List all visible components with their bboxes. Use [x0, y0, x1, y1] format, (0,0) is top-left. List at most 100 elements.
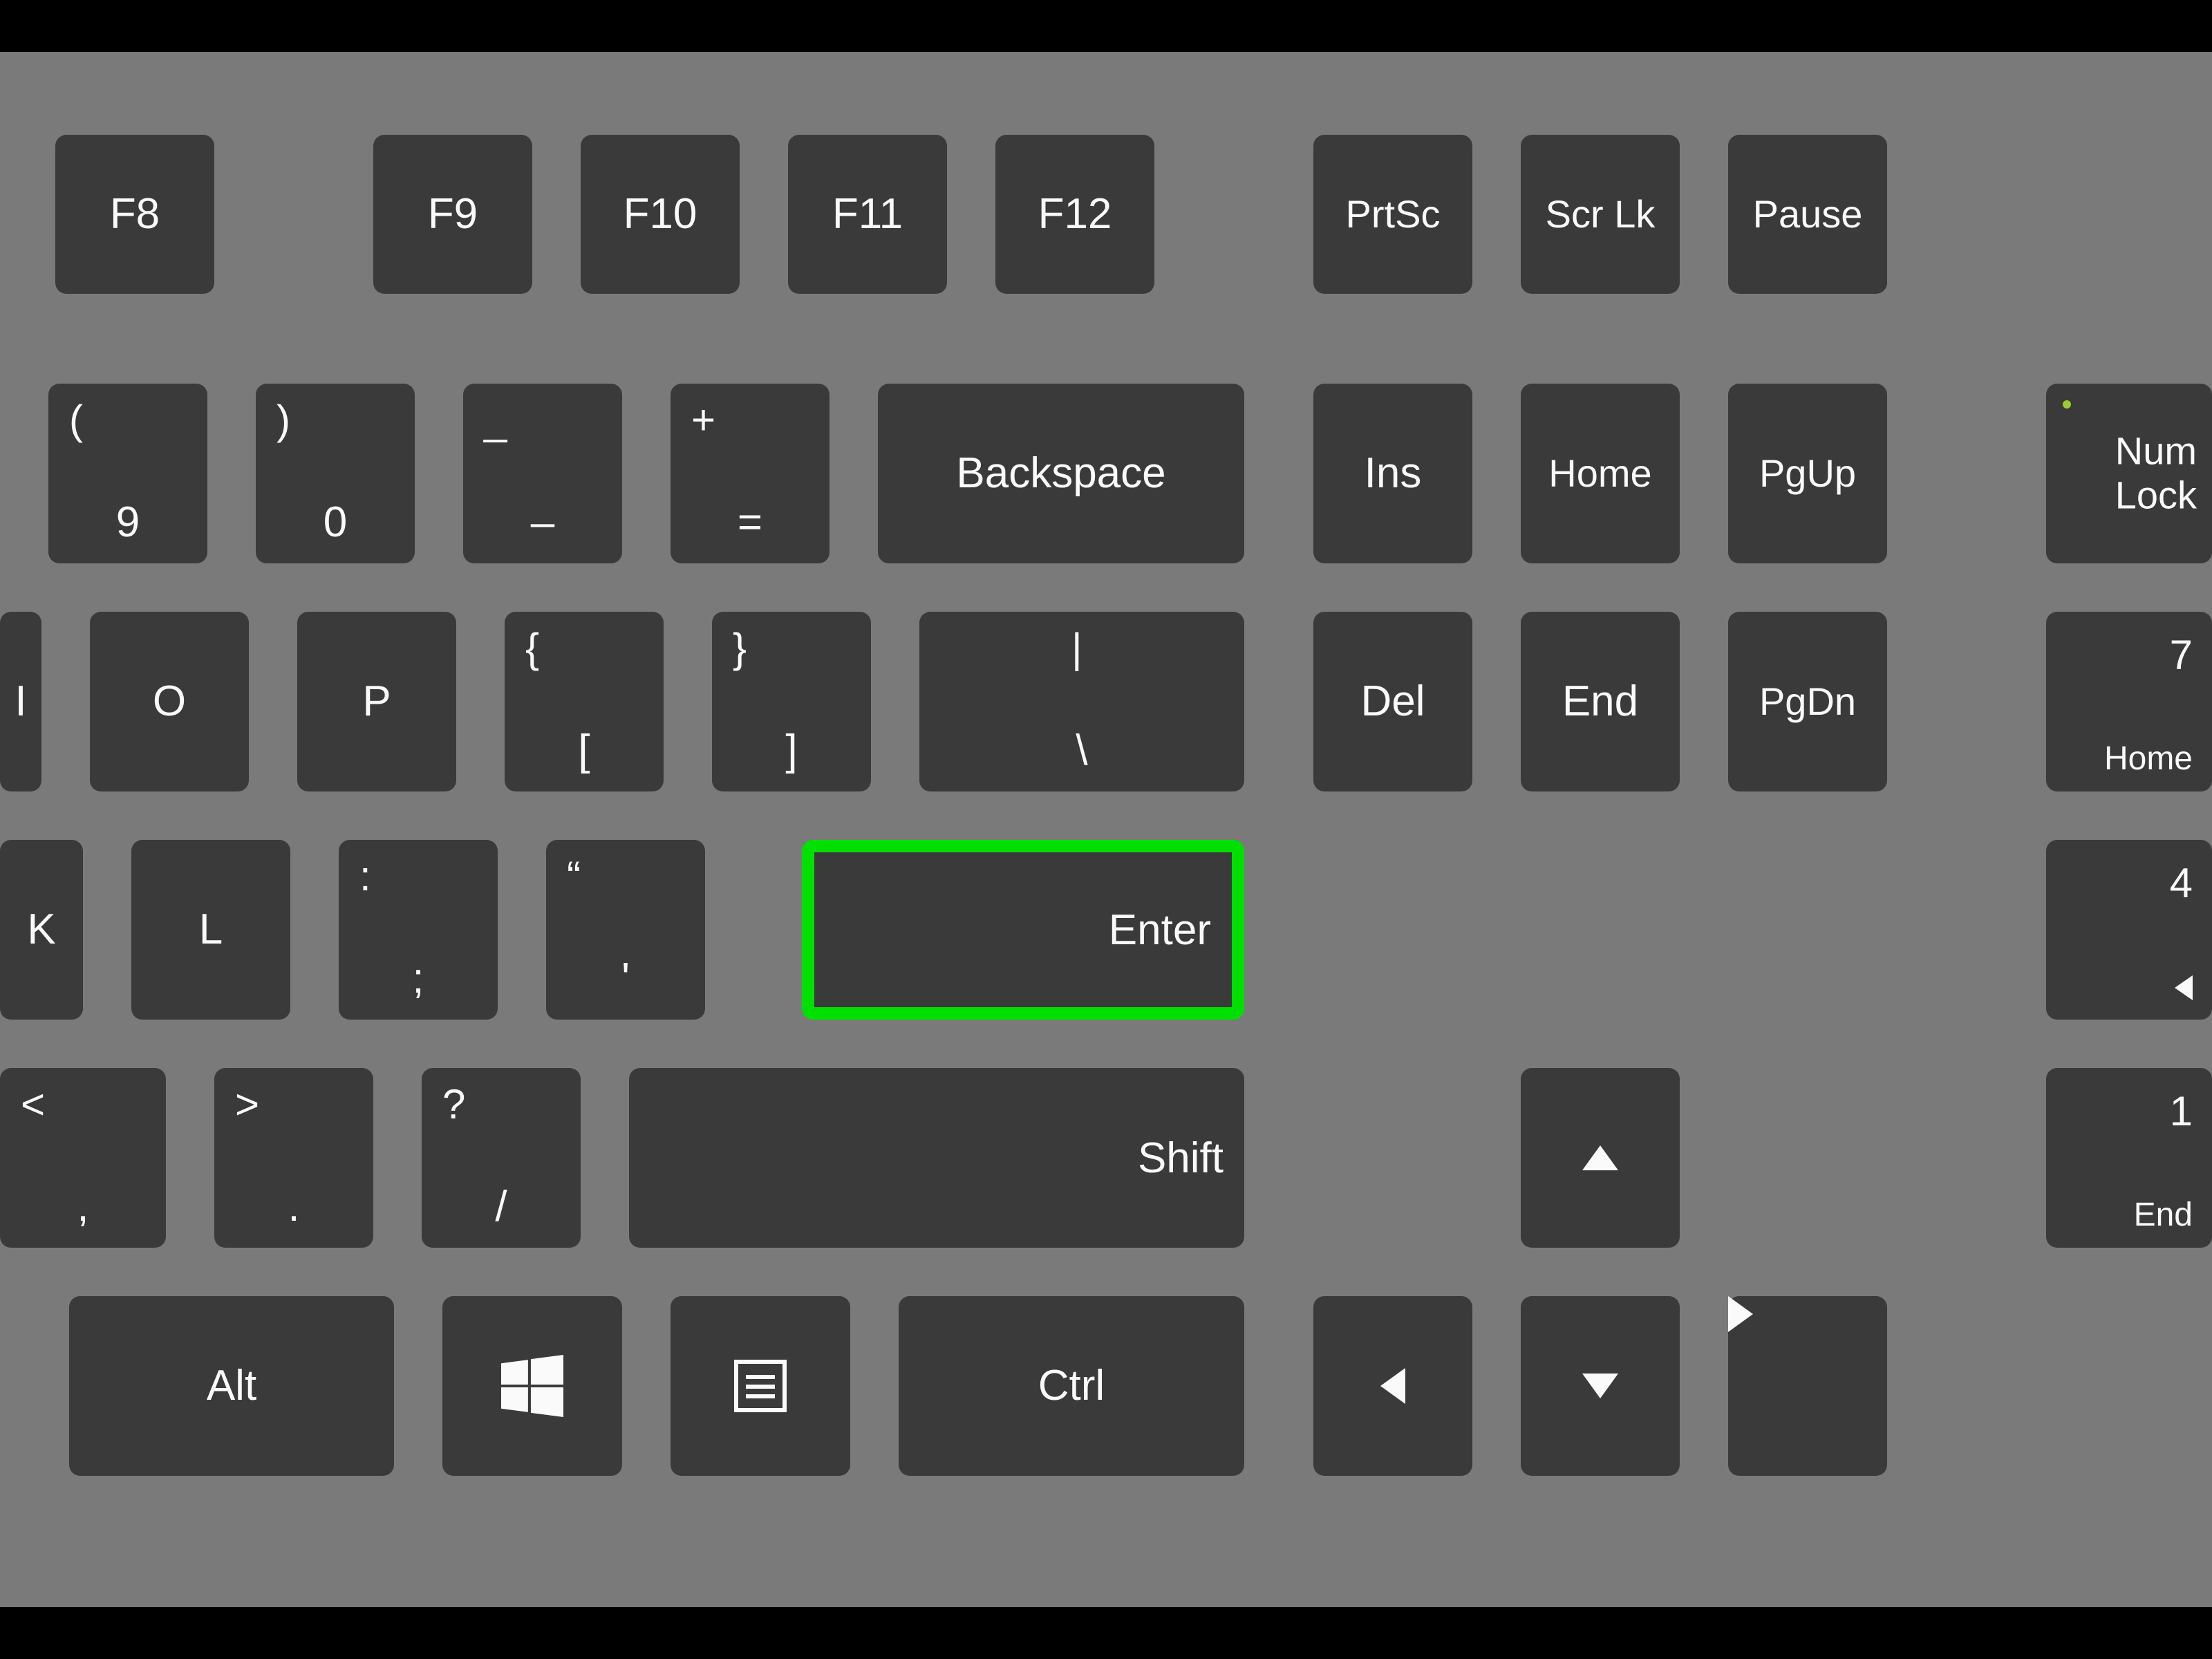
key-f11[interactable]: F11	[788, 135, 947, 294]
numlock-led-icon	[2063, 400, 2071, 409]
key-upper: |	[1071, 624, 1082, 672]
key-lower: .	[214, 1182, 373, 1231]
key-label: PgUp	[1728, 384, 1887, 563]
key-label: Home	[1521, 384, 1680, 563]
key-numpad-7[interactable]: 7 Home	[2046, 612, 2212, 791]
key-i[interactable]: I	[0, 612, 41, 791]
key-alt-right[interactable]: Alt	[69, 1296, 394, 1476]
key-label: Pause	[1728, 135, 1887, 294]
key-left-bracket[interactable]: { [	[505, 612, 664, 791]
key-num-lock[interactable]: Num Lock	[2046, 384, 2212, 563]
key-0[interactable]: ) 0	[256, 384, 415, 563]
key-lower: \	[919, 726, 1244, 775]
arrow-up-icon	[1521, 1068, 1680, 1248]
key-right-bracket[interactable]: } ]	[712, 612, 871, 791]
key-semicolon[interactable]: : ;	[339, 840, 498, 1020]
key-lower: [	[505, 726, 664, 775]
key-lower: ]	[712, 726, 871, 775]
key-upper: >	[235, 1080, 259, 1128]
key-o[interactable]: O	[90, 612, 249, 791]
key-upper: :	[359, 852, 371, 900]
key-upper: +	[691, 396, 715, 444]
key-backspace[interactable]: Backspace	[878, 384, 1244, 563]
key-upper: <	[21, 1080, 45, 1128]
key-equals[interactable]: + =	[671, 384, 830, 563]
key-upper: (	[69, 396, 83, 444]
key-label: F12	[995, 135, 1154, 294]
key-page-down[interactable]: PgDn	[1728, 612, 1887, 791]
key-minus[interactable]: _ –	[463, 384, 622, 563]
key-end[interactable]: End	[1521, 612, 1680, 791]
key-label: PrtSc	[1313, 135, 1472, 294]
key-lower: 0	[256, 498, 415, 547]
key-period[interactable]: > .	[214, 1068, 373, 1248]
key-label: F11	[788, 135, 947, 294]
key-label: K	[0, 840, 83, 1020]
key-shift-right[interactable]: Shift	[629, 1068, 1244, 1248]
key-arrow-left[interactable]	[1313, 1296, 1472, 1476]
key-label: Backspace	[878, 384, 1244, 563]
key-label: Ins	[1313, 384, 1472, 563]
key-lower: ;	[339, 954, 498, 1003]
arrow-left-icon	[2175, 975, 2193, 1000]
key-k[interactable]: K	[0, 840, 83, 1020]
key-upper: }	[733, 624, 747, 672]
key-f9[interactable]: F9	[373, 135, 532, 294]
key-enter[interactable]: Enter	[802, 840, 1244, 1020]
keyboard-surface: F8 F9 F10 F11 F12 PrtSc Scr Lk Pause ( 9…	[0, 52, 2212, 1607]
key-f12[interactable]: F12	[995, 135, 1154, 294]
key-lower: 9	[48, 498, 207, 547]
key-lower: '	[546, 954, 705, 1003]
key-label: Num Lock	[2115, 429, 2197, 518]
key-print-screen[interactable]: PrtSc	[1313, 135, 1472, 294]
key-main: 1	[2170, 1087, 2193, 1135]
key-label: End	[1521, 612, 1680, 791]
key-page-up[interactable]: PgUp	[1728, 384, 1887, 563]
key-main: 7	[2170, 631, 2193, 679]
key-label: Del	[1313, 612, 1472, 791]
key-arrow-up[interactable]	[1521, 1068, 1680, 1248]
key-label: O	[90, 612, 249, 791]
key-sub: Home	[2104, 740, 2193, 778]
key-windows[interactable]	[442, 1296, 622, 1476]
key-home[interactable]: Home	[1521, 384, 1680, 563]
key-f8[interactable]: F8	[55, 135, 214, 294]
key-label: Scr Lk	[1521, 135, 1680, 294]
windows-logo-icon	[442, 1296, 622, 1476]
key-lower: =	[671, 498, 830, 547]
key-ctrl-right[interactable]: Ctrl	[899, 1296, 1244, 1476]
key-label: F8	[55, 135, 214, 294]
key-label: F10	[581, 135, 740, 294]
key-upper: “	[567, 852, 581, 900]
key-insert[interactable]: Ins	[1313, 384, 1472, 563]
key-scroll-lock[interactable]: Scr Lk	[1521, 135, 1680, 294]
key-numpad-4[interactable]: 4	[2046, 840, 2212, 1020]
key-slash[interactable]: ? /	[422, 1068, 581, 1248]
key-arrow-down[interactable]	[1521, 1296, 1680, 1476]
key-arrow-right[interactable]	[1728, 1296, 1887, 1476]
key-lower: ,	[0, 1182, 166, 1231]
key-lower: /	[422, 1182, 581, 1231]
arrow-left-icon	[1313, 1296, 1472, 1476]
key-upper: _	[484, 396, 507, 444]
key-quote[interactable]: “ '	[546, 840, 705, 1020]
key-label: F9	[373, 135, 532, 294]
key-label: Enter	[814, 852, 1211, 1007]
key-upper: ?	[442, 1080, 465, 1128]
key-upper: )	[276, 396, 290, 444]
key-pause[interactable]: Pause	[1728, 135, 1887, 294]
menu-icon	[671, 1296, 850, 1476]
key-backslash[interactable]: | \	[919, 612, 1244, 791]
key-menu[interactable]	[671, 1296, 850, 1476]
key-f10[interactable]: F10	[581, 135, 740, 294]
key-l[interactable]: L	[131, 840, 290, 1020]
key-label: Alt	[69, 1296, 394, 1476]
key-p[interactable]: P	[297, 612, 456, 791]
key-label: Ctrl	[899, 1296, 1244, 1476]
key-numpad-1[interactable]: 1 End	[2046, 1068, 2212, 1248]
key-comma[interactable]: < ,	[0, 1068, 166, 1248]
key-label: I	[0, 612, 41, 791]
key-9[interactable]: ( 9	[48, 384, 207, 563]
key-delete[interactable]: Del	[1313, 612, 1472, 791]
key-lower: –	[463, 498, 622, 547]
